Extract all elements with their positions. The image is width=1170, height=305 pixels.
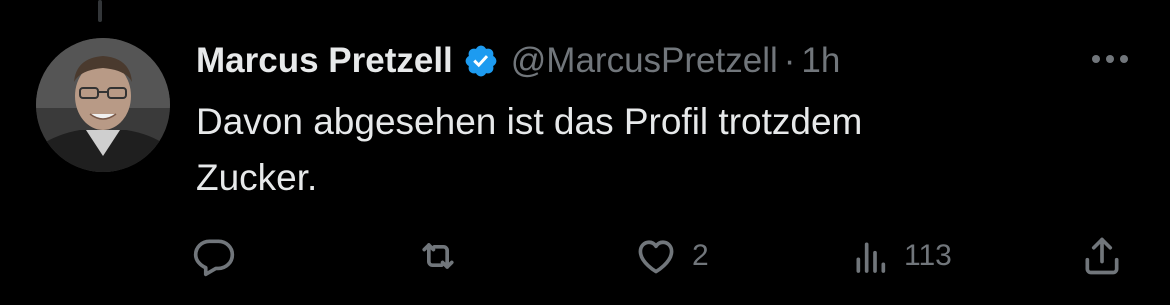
retweet-icon — [422, 243, 454, 269]
tweet-header: Marcus Pretzell @MarcusPretzell · 1h — [196, 36, 840, 86]
avatar[interactable] — [36, 38, 170, 172]
share-button[interactable] — [1080, 226, 1124, 286]
user-handle[interactable]: @MarcusPretzell — [511, 41, 778, 81]
tweet-text-line: Zucker. — [196, 157, 318, 198]
avatar-photo — [36, 38, 170, 172]
retweet-button[interactable] — [414, 226, 476, 286]
reply-button[interactable] — [192, 226, 250, 286]
thread-connector-line — [98, 0, 102, 22]
tweet-text: Davon abgesehen ist das Profil trotzdem … — [196, 94, 1096, 206]
tweet-text-line: Davon abgesehen ist das Profil trotzdem — [196, 101, 863, 142]
more-options-button[interactable] — [1088, 44, 1132, 74]
action-bar: 2 113 — [0, 226, 1170, 286]
reply-icon — [193, 239, 235, 277]
more-dots-icon — [1092, 55, 1128, 63]
views-button[interactable]: 113 — [850, 226, 952, 286]
verified-badge-icon — [463, 43, 499, 79]
share-icon — [1085, 237, 1119, 275]
like-count: 2 — [692, 239, 709, 272]
views-count: 113 — [904, 239, 952, 272]
heart-icon — [638, 240, 674, 274]
display-name[interactable]: Marcus Pretzell — [196, 41, 453, 81]
timestamp[interactable]: 1h — [801, 41, 840, 81]
views-icon — [856, 242, 886, 273]
like-button[interactable]: 2 — [634, 226, 709, 286]
separator-dot: · — [783, 41, 796, 80]
